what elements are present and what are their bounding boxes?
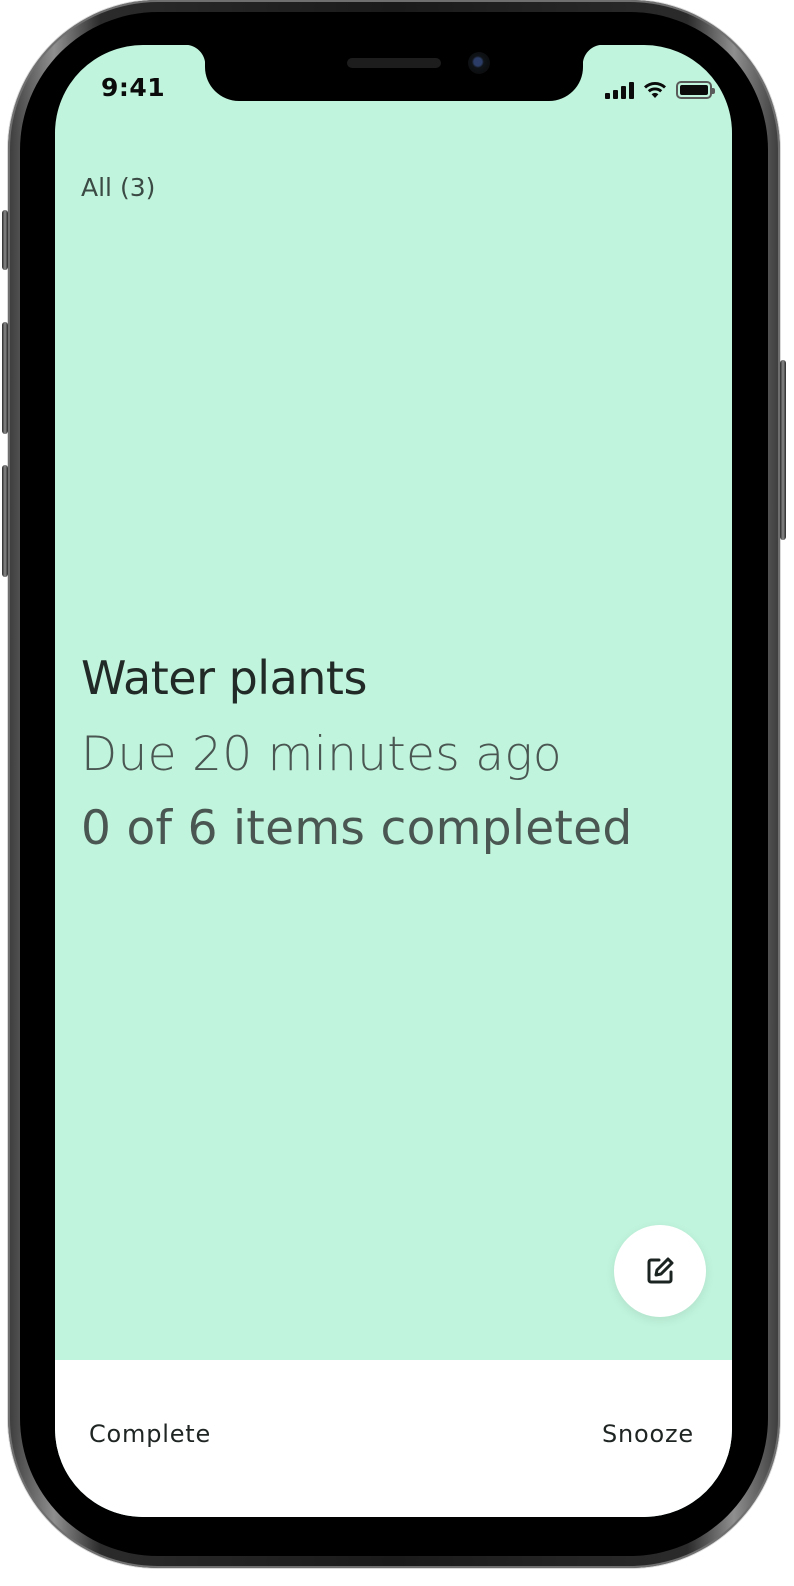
task-progress-text: 0 of 6 items completed	[81, 801, 633, 856]
filter-all-link[interactable]: All (3)	[81, 173, 155, 202]
app-screen: 9:41 All (3) Water plants Due 20 minutes…	[55, 45, 732, 1517]
complete-button[interactable]: Complete	[89, 1420, 211, 1448]
wifi-icon	[644, 82, 666, 98]
edit-icon	[647, 1257, 674, 1284]
notch	[185, 45, 603, 101]
bottom-action-bar: Complete Snooze	[55, 1360, 732, 1517]
snooze-button[interactable]: Snooze	[602, 1420, 694, 1448]
front-camera	[468, 52, 490, 74]
edit-button[interactable]	[614, 1225, 706, 1317]
power-button	[780, 360, 786, 540]
status-time: 9:41	[101, 73, 166, 102]
task-title: Water plants	[81, 651, 367, 705]
mute-switch	[2, 210, 8, 270]
status-icons	[605, 78, 715, 102]
task-due-text: Due 20 minutes ago	[81, 727, 562, 782]
earpiece-speaker	[347, 58, 441, 68]
cellular-signal-icon	[605, 81, 634, 99]
volume-up-button	[2, 322, 8, 434]
battery-icon	[676, 81, 715, 99]
volume-down-button	[2, 465, 8, 577]
